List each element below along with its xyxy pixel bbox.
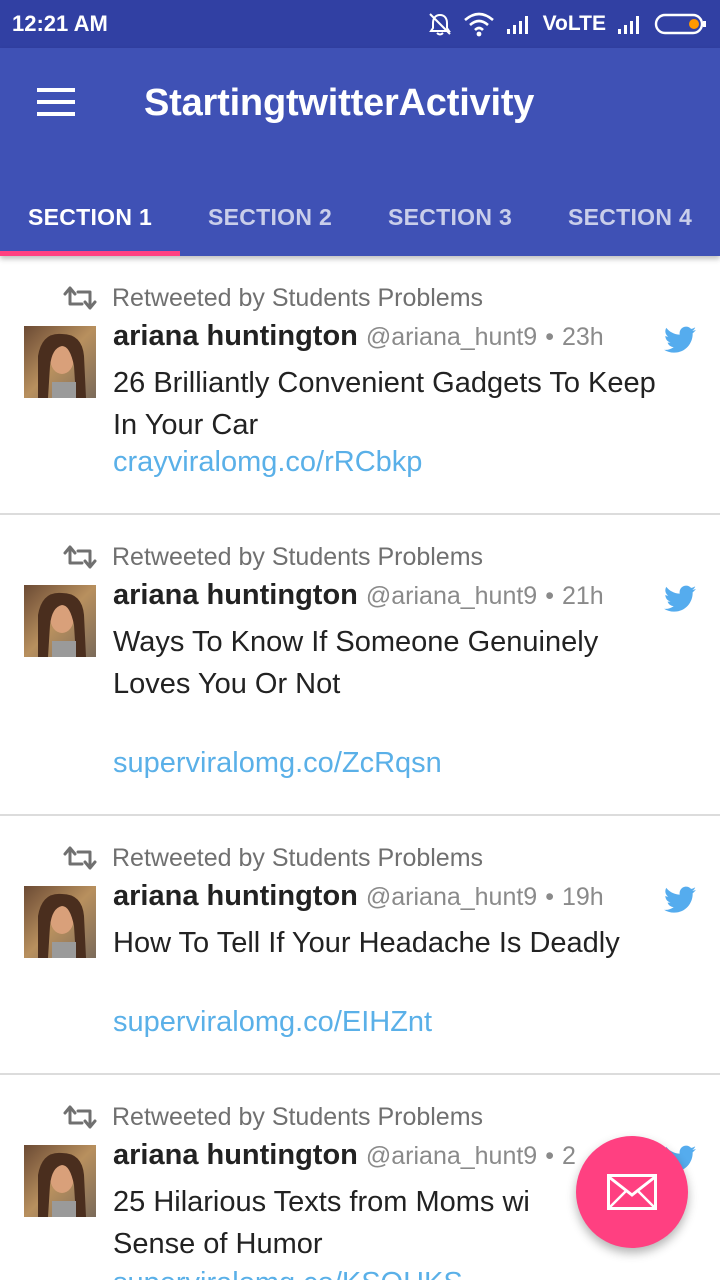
tweet-text: 26 Brilliantly Convenient Gadgets To Kee… (113, 367, 656, 441)
author-name[interactable]: ariana huntington (113, 579, 358, 612)
tweet-text: How To Tell If Your Headache Is Deadly (113, 927, 620, 959)
tweet-card[interactable]: Retweeted by Students Problems ariana hu… (0, 816, 720, 1075)
tweet-time: 21h (561, 582, 604, 610)
separator-dot: • (545, 1142, 554, 1170)
author-handle: @ariana_hunt9 (365, 582, 538, 610)
twitter-bird-icon (664, 326, 696, 354)
separator-dot: • (545, 582, 554, 610)
retweet-label: Retweeted by Students Problems (112, 1102, 484, 1131)
tab-section-2[interactable]: SECTION 2 (180, 178, 360, 256)
avatar[interactable] (24, 1145, 96, 1217)
retweet-row: Retweeted by Students Problems (62, 1101, 483, 1133)
tweet-link[interactable]: crayviralomg.co/rRCbkp (113, 446, 422, 479)
alarm-off-icon (428, 13, 451, 36)
author-handle: @ariana_hunt9 (365, 1142, 538, 1170)
author-name[interactable]: ariana huntington (113, 880, 358, 913)
tweet-feed[interactable]: Retweeted by Students Problems ariana hu… (0, 256, 720, 1280)
tweet-header: ariana huntington @ariana_hunt9 • 23h (113, 320, 604, 360)
avatar[interactable] (24, 585, 96, 657)
author-handle: @ariana_hunt9 (365, 883, 538, 911)
retweet-icon (62, 846, 98, 870)
tweet-text: Ways To Know If Someone Genuinely Loves … (113, 626, 599, 700)
signal-icon (506, 16, 528, 34)
author-name[interactable]: ariana huntington (113, 320, 358, 353)
tweet-time: 19h (561, 883, 604, 911)
retweet-row: Retweeted by Students Problems (62, 282, 483, 314)
tweet-header: ariana huntington @ariana_hunt9 • 2 (113, 1139, 576, 1179)
tweet-time: 2 (561, 1142, 576, 1170)
app-title: StartingtwitterActivity (144, 82, 535, 124)
retweet-label: Retweeted by Students Problems (112, 283, 484, 312)
tab-section-1[interactable]: SECTION 1 (0, 178, 180, 256)
tweet-text-line-2: Sense of Humor (113, 1228, 323, 1260)
compose-fab[interactable] (576, 1136, 688, 1248)
avatar[interactable] (24, 886, 96, 958)
mail-icon (607, 1174, 657, 1210)
tweet-link[interactable]: superviralomg.co/EIHZnt (113, 1006, 432, 1039)
retweet-label: Retweeted by Students Problems (112, 542, 484, 571)
volte-label: VoLTE (542, 12, 606, 35)
avatar[interactable] (24, 326, 96, 398)
hamburger-menu-icon[interactable] (30, 80, 82, 124)
tab-section-4[interactable]: SECTION 4 (540, 178, 720, 256)
signal-icon (618, 16, 639, 34)
retweet-row: Retweeted by Students Problems (62, 541, 483, 573)
retweet-icon (62, 545, 98, 569)
status-time: 12:21 AM (12, 11, 108, 36)
separator-dot: • (545, 883, 554, 911)
retweet-icon (62, 1105, 98, 1129)
tweet-card[interactable]: Retweeted by Students Problems ariana hu… (0, 515, 720, 816)
twitter-bird-icon (664, 886, 696, 914)
tab-bar: SECTION 1 SECTION 2 SECTION 3 SECTION 4 (0, 178, 720, 256)
tweet-card[interactable]: Retweeted by Students Problems ariana hu… (0, 256, 720, 515)
status-icons: VoLTE (427, 10, 708, 38)
tweet-link[interactable]: superviralomg.co/ZcRqsn (113, 747, 442, 780)
tweet-header: ariana huntington @ariana_hunt9 • 19h (113, 880, 604, 920)
tweet-time: 23h (561, 323, 604, 351)
wifi-icon (463, 12, 494, 37)
retweet-label: Retweeted by Students Problems (112, 843, 484, 872)
author-handle: @ariana_hunt9 (365, 323, 538, 351)
retweet-row: Retweeted by Students Problems (62, 842, 483, 874)
retweet-icon (62, 286, 98, 310)
author-name[interactable]: ariana huntington (113, 1139, 358, 1172)
tab-section-3[interactable]: SECTION 3 (360, 178, 540, 256)
tweet-header: ariana huntington @ariana_hunt9 • 21h (113, 579, 604, 619)
separator-dot: • (545, 323, 554, 351)
app-bar: StartingtwitterActivity SECTION 1 SECTIO… (0, 48, 720, 256)
tweet-link[interactable]: superviralomg.co/KSOHKS (113, 1267, 463, 1280)
status-bar: 12:21 AM VoLTE (0, 0, 720, 48)
twitter-bird-icon (664, 585, 696, 613)
battery-icon (654, 13, 706, 35)
